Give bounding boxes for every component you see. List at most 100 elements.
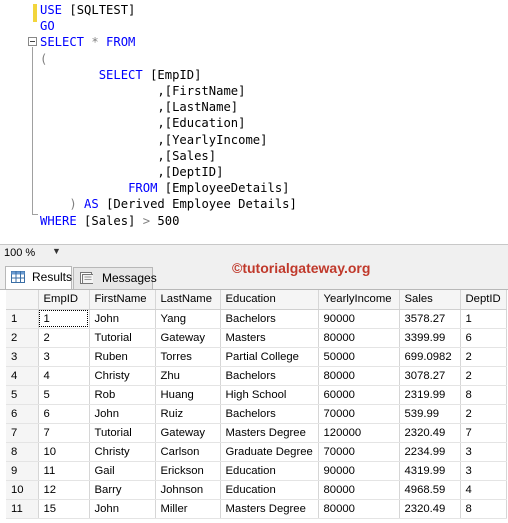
table-cell[interactable]: Carlson — [155, 442, 221, 462]
table-row[interactable]: 7 7 Tutorial Gateway Masters Degree 120000 232… — [6, 423, 507, 443]
column-header[interactable]: FirstName — [89, 290, 156, 310]
table-cell[interactable]: Yang — [155, 309, 221, 329]
table-row[interactable]: 11 15 John Miller Masters Degree 80000 2320.49… — [6, 499, 507, 519]
table-cell[interactable]: 90000 — [318, 309, 400, 329]
table-cell[interactable]: Erickson — [155, 461, 221, 481]
row-number-cell[interactable]: 7 — [6, 423, 39, 443]
table-cell[interactable]: John — [89, 309, 156, 329]
table-cell[interactable]: 70000 — [318, 404, 400, 424]
table-row[interactable]: 1 1 John Yang Bachelors 90000 3578.27 1 — [6, 309, 507, 329]
table-cell[interactable]: Education — [220, 461, 319, 481]
row-number-cell[interactable]: 3 — [6, 347, 39, 367]
table-cell[interactable]: Torres — [155, 347, 221, 367]
table-row[interactable]: 9 11 Gail Erickson Education 90000 4319.99 3 — [6, 461, 507, 481]
table-row[interactable]: 10 12 Barry Johnson Education 80000 4968.59 4 — [6, 480, 507, 500]
collapse-toggle-icon[interactable] — [28, 37, 37, 46]
table-row[interactable]: 8 10 Christy Carlson Graduate Degree 70000 223… — [6, 442, 507, 462]
row-number-cell[interactable]: 2 — [6, 328, 39, 348]
table-cell[interactable]: 2 — [38, 328, 90, 348]
column-header[interactable]: Education — [220, 290, 319, 310]
table-cell[interactable]: Ruiz — [155, 404, 221, 424]
row-number-cell[interactable]: 4 — [6, 366, 39, 386]
row-number-cell[interactable]: 10 — [6, 480, 39, 500]
table-cell[interactable]: 4 — [38, 366, 90, 386]
table-cell[interactable]: 539.99 — [399, 404, 461, 424]
table-cell[interactable]: 4 — [460, 480, 507, 500]
table-cell[interactable]: 12 — [38, 480, 90, 500]
table-row[interactable]: 2 2 Tutorial Gateway Masters 80000 3399.99 6 — [6, 328, 507, 348]
table-cell[interactable]: Bachelors — [220, 404, 319, 424]
query-editor[interactable]: USE [SQLTEST] GO SELECT * FROM ( SELECT … — [0, 0, 508, 244]
table-cell[interactable]: Masters — [220, 328, 319, 348]
table-cell[interactable]: John — [89, 404, 156, 424]
table-cell[interactable]: John — [89, 499, 156, 519]
column-header[interactable]: DeptID — [460, 290, 507, 310]
table-cell[interactable]: 4968.59 — [399, 480, 461, 500]
column-header[interactable]: EmpID — [38, 290, 90, 310]
row-number-cell[interactable]: 6 — [6, 404, 39, 424]
table-cell[interactable]: 80000 — [318, 499, 400, 519]
table-cell[interactable]: 3078.27 — [399, 366, 461, 386]
table-cell[interactable]: Tutorial — [89, 423, 156, 443]
column-header[interactable]: Sales — [399, 290, 461, 310]
table-cell[interactable]: 90000 — [318, 461, 400, 481]
table-cell[interactable]: 3 — [38, 347, 90, 367]
table-cell[interactable]: Barry — [89, 480, 156, 500]
table-cell[interactable]: Tutorial — [89, 328, 156, 348]
zoom-dropdown-icon[interactable]: ▼ — [52, 246, 61, 256]
tab-messages[interactable]: Messages — [73, 267, 157, 289]
table-cell[interactable]: Graduate Degree — [220, 442, 319, 462]
table-cell[interactable]: Bachelors — [220, 366, 319, 386]
column-header[interactable]: LastName — [155, 290, 221, 310]
table-row[interactable]: 5 5 Rob Huang High School 60000 2319.99 8 — [6, 385, 507, 405]
sql-code[interactable]: USE [SQLTEST] GO SELECT * FROM ( SELECT … — [40, 2, 297, 229]
table-cell[interactable]: 70000 — [318, 442, 400, 462]
table-cell[interactable]: Christy — [89, 442, 156, 462]
table-cell[interactable]: Christy — [89, 366, 156, 386]
table-cell[interactable]: 8 — [460, 385, 507, 405]
table-row[interactable]: 6 6 John Ruiz Bachelors 70000 539.99 2 — [6, 404, 507, 424]
table-cell[interactable]: 2320.49 — [399, 423, 461, 443]
table-cell[interactable]: Gateway — [155, 328, 221, 348]
table-cell[interactable]: 6 — [38, 404, 90, 424]
table-cell[interactable]: 699.0982 — [399, 347, 461, 367]
row-number-header[interactable] — [6, 290, 39, 310]
table-cell[interactable]: 11 — [38, 461, 90, 481]
table-cell[interactable]: Huang — [155, 385, 221, 405]
table-cell[interactable]: 7 — [38, 423, 90, 443]
table-cell[interactable]: 3 — [460, 442, 507, 462]
table-cell[interactable]: Johnson — [155, 480, 221, 500]
table-cell[interactable]: 2234.99 — [399, 442, 461, 462]
table-cell[interactable]: 80000 — [318, 480, 400, 500]
table-cell[interactable]: Masters Degree — [220, 499, 319, 519]
zoom-level[interactable]: 100 % — [4, 247, 35, 259]
table-cell[interactable]: 1 — [460, 309, 507, 329]
table-cell[interactable]: 2320.49 — [399, 499, 461, 519]
table-cell[interactable]: 2 — [460, 347, 507, 367]
table-cell[interactable]: 5 — [38, 385, 90, 405]
table-cell[interactable]: 60000 — [318, 385, 400, 405]
table-cell[interactable]: 80000 — [318, 328, 400, 348]
table-cell[interactable]: 80000 — [318, 366, 400, 386]
table-cell[interactable]: 15 — [38, 499, 90, 519]
table-cell[interactable]: 3578.27 — [399, 309, 461, 329]
table-cell[interactable]: 6 — [460, 328, 507, 348]
table-cell[interactable]: 7 — [460, 423, 507, 443]
table-cell[interactable]: Education — [220, 480, 319, 500]
table-cell[interactable]: Ruben — [89, 347, 156, 367]
row-number-cell[interactable]: 1 — [6, 309, 39, 329]
table-cell[interactable]: Gail — [89, 461, 156, 481]
table-cell[interactable]: Gateway — [155, 423, 221, 443]
row-number-cell[interactable]: 11 — [6, 499, 39, 519]
table-cell[interactable]: Miller — [155, 499, 221, 519]
table-cell[interactable]: Masters Degree — [220, 423, 319, 443]
table-cell[interactable]: 3399.99 — [399, 328, 461, 348]
table-cell[interactable]: 4319.99 — [399, 461, 461, 481]
table-cell[interactable]: 2 — [460, 404, 507, 424]
tab-results[interactable]: Results — [5, 266, 72, 289]
results-table[interactable]: EmpID FirstName LastName Education YearlyInc… — [6, 290, 507, 519]
column-header[interactable]: YearlyIncome — [318, 290, 400, 310]
row-number-cell[interactable]: 5 — [6, 385, 39, 405]
table-cell[interactable]: 2 — [460, 366, 507, 386]
table-cell[interactable]: High School — [220, 385, 319, 405]
